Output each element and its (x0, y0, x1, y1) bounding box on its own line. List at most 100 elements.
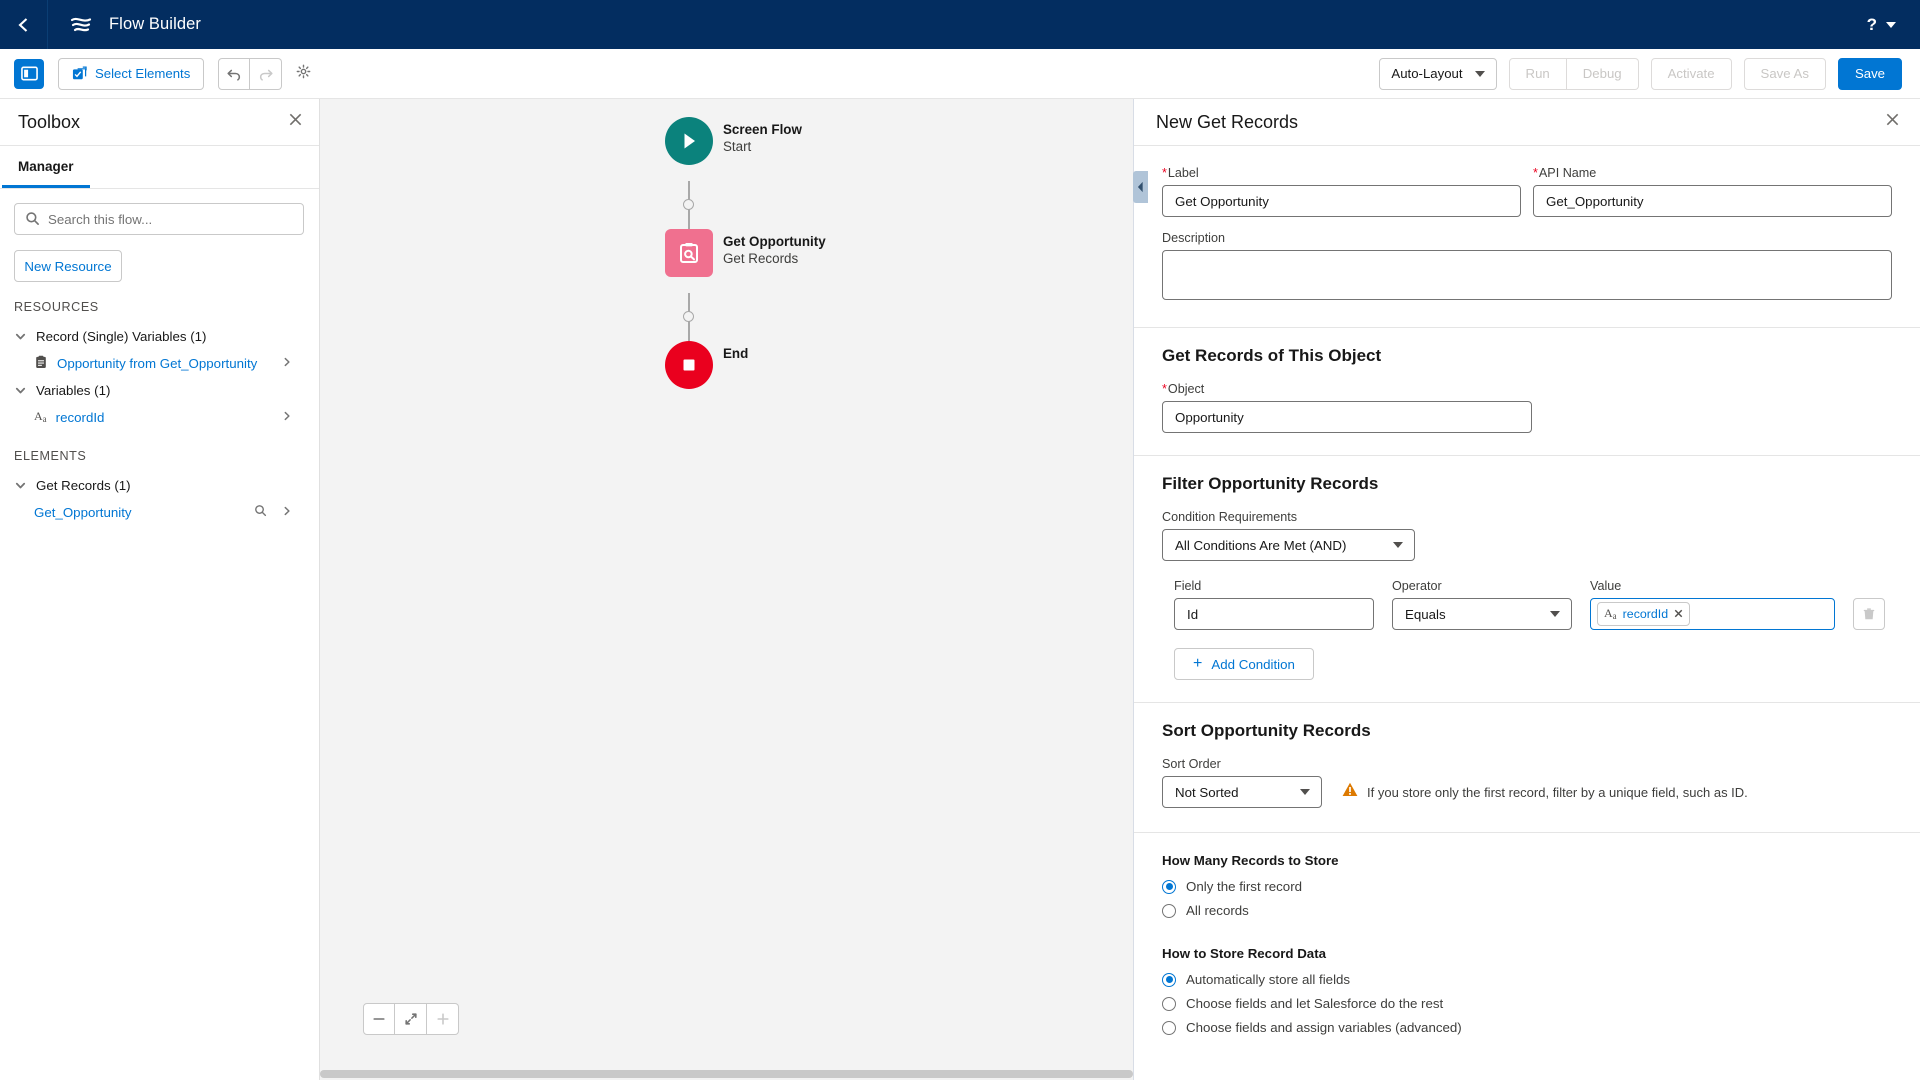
help-button[interactable]: ? (1867, 15, 1877, 35)
flow-settings-button[interactable] (296, 64, 311, 84)
description-textarea[interactable] (1162, 250, 1892, 300)
condition-requirements-label: Condition Requirements (1162, 510, 1415, 524)
run-button[interactable]: Run (1509, 58, 1567, 90)
remove-pill-button[interactable] (1674, 605, 1683, 623)
section-sort: Sort Opportunity Records Sort Order Not … (1134, 703, 1920, 833)
zoom-to-fit-icon (404, 1012, 418, 1026)
warning-text: If you store only the first record, filt… (1367, 785, 1748, 800)
search-input[interactable] (14, 203, 304, 235)
start-node-icon-wrapper[interactable] (665, 117, 713, 165)
zoom-in-button[interactable] (427, 1003, 459, 1035)
toolbox-close-button[interactable] (288, 112, 303, 132)
pill-label: recordId (1623, 607, 1668, 621)
resources-section-header: RESOURCES (14, 300, 303, 314)
add-element-button[interactable] (683, 311, 694, 322)
node-title: End (723, 345, 748, 362)
back-button[interactable] (0, 0, 48, 49)
resource-item-actions (281, 410, 293, 425)
global-header: Flow Builder ? (0, 0, 1920, 49)
sort-order-select[interactable]: Not Sorted (1162, 776, 1322, 808)
layout-mode-select[interactable]: Auto-Layout (1379, 58, 1496, 90)
toggle-toolbox-button[interactable] (14, 59, 44, 89)
scrollbar-thumb[interactable] (320, 1070, 1133, 1078)
store-count-title: How Many Records to Store (1162, 853, 1892, 868)
api-name-text: API Name (1539, 166, 1596, 180)
search-icon[interactable] (254, 504, 267, 520)
resource-group-record-variables[interactable]: Record (Single) Variables (1) (14, 323, 303, 349)
save-button[interactable]: Save (1838, 58, 1902, 90)
condition-row: Field Operator Equals Value Aa rec (1162, 579, 1892, 630)
connector-getrecords-to-end (665, 293, 1085, 341)
canvas-horizontal-scrollbar[interactable] (320, 1068, 1133, 1080)
object-label-text: Object (1168, 382, 1204, 396)
condition-field-input[interactable] (1174, 598, 1374, 630)
flow-canvas[interactable]: Screen Flow Start (320, 99, 1133, 1080)
radio-button[interactable] (1162, 880, 1176, 894)
zoom-to-fit-button[interactable] (395, 1003, 427, 1035)
radio-choose-fields-assign-variables[interactable]: Choose fields and assign variables (adva… (1162, 1017, 1892, 1038)
radio-button[interactable] (1162, 997, 1176, 1011)
flow-node-start[interactable]: Screen Flow Start (665, 117, 1085, 181)
redo-button[interactable] (250, 58, 282, 90)
toggle-toolbox-icon (21, 65, 38, 82)
zoom-out-button[interactable] (363, 1003, 395, 1035)
new-resource-button[interactable]: New Resource (14, 250, 122, 282)
flow-diagram: Screen Flow Start (665, 117, 1085, 405)
radio-button[interactable] (1162, 1021, 1176, 1035)
start-node-labels: Screen Flow Start (723, 121, 802, 156)
radio-button[interactable] (1162, 973, 1176, 987)
required-marker: * (1162, 382, 1167, 396)
tab-manager[interactable]: Manager (2, 146, 90, 188)
canvas-surface[interactable]: Screen Flow Start (320, 99, 1133, 1068)
select-elements-button[interactable]: Select Elements (58, 58, 204, 90)
label-input[interactable] (1162, 185, 1521, 217)
sort-section-title: Sort Opportunity Records (1162, 721, 1892, 741)
radio-all-records[interactable]: All records (1162, 900, 1892, 921)
chevron-down-icon[interactable] (1886, 22, 1896, 28)
global-header-actions: ? (1867, 15, 1920, 35)
section-object: Get Records of This Object *Object (1134, 328, 1920, 456)
resource-pill[interactable]: Aa recordId (1597, 602, 1690, 626)
flow-node-get-opportunity[interactable]: Get Opportunity Get Records (665, 229, 1085, 293)
flow-node-end[interactable]: End (665, 341, 1085, 405)
condition-operator-value: Equals (1405, 607, 1446, 622)
add-condition-button[interactable]: + Add Condition (1174, 648, 1314, 680)
chevron-down-icon (1475, 71, 1485, 77)
api-name-input[interactable] (1533, 185, 1892, 217)
element-item-label: Get_Opportunity (34, 505, 132, 520)
element-item-get-opportunity[interactable]: Get_Opportunity (14, 498, 303, 526)
end-node-icon-wrapper[interactable] (665, 341, 713, 389)
resource-group-variables[interactable]: Variables (1) (14, 377, 303, 403)
resource-item-actions (281, 356, 293, 371)
object-input[interactable] (1162, 401, 1532, 433)
radio-automatically-store-all-fields[interactable]: Automatically store all fields (1162, 969, 1892, 990)
select-elements-icon (72, 66, 87, 81)
text-variable-icon: Aa (34, 410, 47, 424)
property-panel-body[interactable]: *Label *API Name Description Get Records… (1134, 146, 1920, 1080)
radio-label: All records (1186, 903, 1249, 918)
resource-item-opportunity-from-get-opportunity[interactable]: Opportunity from Get_Opportunity (14, 349, 303, 377)
debug-button[interactable]: Debug (1567, 58, 1639, 90)
radio-button[interactable] (1162, 904, 1176, 918)
toolbar-right-group: Auto-Layout Run Debug Activate Save As S… (1379, 58, 1920, 90)
condition-value-input[interactable]: Aa recordId (1590, 598, 1835, 630)
condition-operator-select[interactable]: Equals (1392, 598, 1572, 630)
chevron-right-icon[interactable] (281, 410, 293, 425)
add-element-button[interactable] (683, 199, 694, 210)
delete-condition-button[interactable] (1853, 598, 1885, 630)
activate-button[interactable]: Activate (1651, 58, 1732, 90)
condition-requirements-select[interactable]: All Conditions Are Met (AND) (1162, 529, 1415, 561)
get-records-node-icon-wrapper[interactable] (665, 229, 713, 277)
radio-label: Choose fields and let Salesforce do the … (1186, 996, 1443, 1011)
save-as-button[interactable]: Save As (1744, 58, 1826, 90)
chevron-right-icon[interactable] (281, 505, 293, 520)
element-group-get-records[interactable]: Get Records (1) (14, 472, 303, 498)
resource-item-recordid[interactable]: Aa recordId (14, 403, 303, 431)
undo-button[interactable] (218, 58, 250, 90)
warning-icon (1342, 782, 1358, 802)
radio-choose-fields-salesforce-rest[interactable]: Choose fields and let Salesforce do the … (1162, 993, 1892, 1014)
play-icon (678, 130, 700, 152)
panel-close-button[interactable] (1885, 112, 1900, 132)
chevron-right-icon[interactable] (281, 356, 293, 371)
radio-only-first-record[interactable]: Only the first record (1162, 876, 1892, 897)
